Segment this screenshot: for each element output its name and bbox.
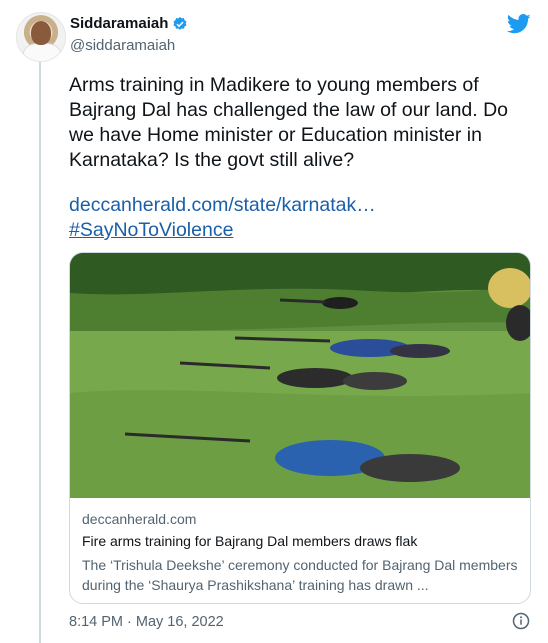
info-icon[interactable] bbox=[512, 612, 530, 630]
link-preview-card[interactable]: deccanherald.com Fire arms training for … bbox=[69, 252, 531, 604]
author-handle[interactable]: @siddaramaiah bbox=[70, 37, 175, 54]
timestamp[interactable]: 8:14 PM · May 16, 2022 bbox=[69, 614, 224, 630]
author-name-row[interactable]: Siddaramaiah bbox=[70, 15, 188, 32]
tweet-link[interactable]: deccanherald.com/state/karnatak… bbox=[69, 193, 376, 218]
card-description: The ‘Trishula Deekshe’ ceremony conducte… bbox=[82, 557, 518, 593]
card-domain: deccanherald.com bbox=[82, 511, 197, 527]
card-title: Fire arms training for Bajrang Dal membe… bbox=[82, 533, 418, 549]
hashtag-link[interactable]: #SayNoToViolence bbox=[69, 218, 233, 243]
twitter-bird-icon[interactable] bbox=[507, 14, 531, 34]
avatar-shirt bbox=[23, 43, 61, 61]
card-image[interactable] bbox=[70, 253, 531, 498]
verified-badge-icon bbox=[173, 16, 187, 30]
tweet-text: Arms training in Madikere to young membe… bbox=[69, 74, 509, 171]
thread-line bbox=[39, 60, 41, 643]
author-name[interactable]: Siddaramaiah bbox=[70, 15, 168, 32]
avatar-head bbox=[31, 21, 51, 45]
avatar[interactable] bbox=[16, 12, 66, 62]
